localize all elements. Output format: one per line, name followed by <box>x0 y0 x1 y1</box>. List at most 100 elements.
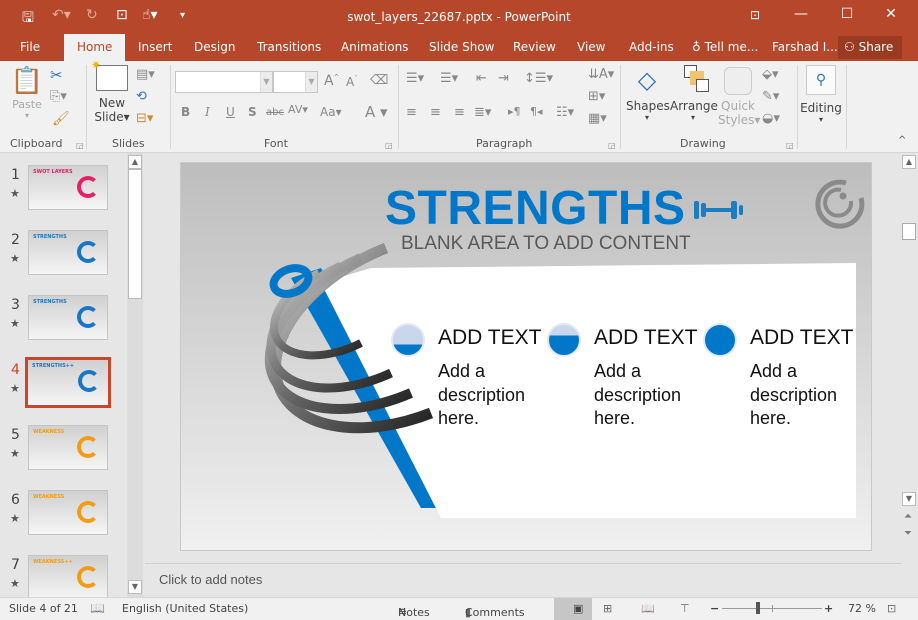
item-heading[interactable]: ADD TEXT <box>594 326 697 350</box>
bullets-icon[interactable]: ☰▾ <box>406 71 424 86</box>
align-text-icon[interactable]: ⊞▾ <box>588 89 605 104</box>
line-spacing-icon[interactable]: ↕☰▾ <box>524 71 553 86</box>
zoom-level[interactable]: 72 % <box>848 602 876 615</box>
tab-animations[interactable]: Animations <box>341 40 408 54</box>
fit-to-window-icon[interactable]: ⊡ <box>887 602 896 615</box>
zoom-out-button[interactable]: − <box>710 602 719 615</box>
align-center-icon[interactable]: ≡ <box>430 105 441 120</box>
language-indicator[interactable]: English (United States) <box>122 602 248 615</box>
clear-formatting-icon[interactable]: ⌫ <box>370 73 388 88</box>
previous-slide-icon[interactable]: ⏶ <box>904 511 912 522</box>
tab-view[interactable]: View <box>577 40 605 54</box>
scroll-up-button[interactable]: ▲ <box>128 155 142 169</box>
paste-button[interactable]: 📋 Paste ▾ <box>10 66 44 120</box>
text-direction-icon[interactable]: ⇊A▾ <box>588 67 614 82</box>
zoom-slider-thumb[interactable] <box>756 602 760 614</box>
minimize-button[interactable]: — <box>786 6 816 22</box>
underline-button[interactable]: U <box>226 105 235 119</box>
animation-star-icon[interactable]: ★ <box>10 382 20 395</box>
animation-star-icon[interactable]: ★ <box>10 187 20 200</box>
section-icon[interactable]: ⊟▾ <box>136 111 153 126</box>
new-slide-button[interactable]: ✷ New Slide▾ <box>91 58 132 124</box>
slide-thumbnail[interactable]: WEAKNESS <box>28 425 108 470</box>
decrease-indent-icon[interactable]: ⇤ <box>476 71 487 86</box>
shapes-button[interactable]: ◇ Shapes ▾ <box>626 65 670 122</box>
layout-icon[interactable]: ▤▾ <box>136 67 155 82</box>
zoom-slider[interactable] <box>722 602 822 614</box>
font-color-icon[interactable]: A ▾ <box>365 103 388 121</box>
format-painter-icon[interactable]: 🖌 <box>52 111 70 127</box>
tab-transitions[interactable]: Transitions <box>257 40 321 54</box>
increase-font-size-icon[interactable]: A^ <box>324 73 339 89</box>
tab-design[interactable]: Design <box>194 40 235 54</box>
shape-effects-icon[interactable]: ◒▾ <box>762 111 780 126</box>
shape-fill-icon[interactable]: ⬙▾ <box>762 67 779 82</box>
slide-thumbnail[interactable]: STRENGTHS++ <box>25 357 111 408</box>
tell-me-search[interactable]: ♁ Tell me... <box>692 40 758 54</box>
item-description-line[interactable]: here. <box>750 408 791 429</box>
item-description-line[interactable]: description <box>750 385 837 406</box>
character-spacing-icon[interactable]: AV▾ <box>288 103 308 116</box>
next-slide-icon[interactable]: ⏷ <box>904 528 912 539</box>
numbering-icon[interactable]: ☰▾ <box>440 71 458 86</box>
maximize-button[interactable]: ☐ <box>832 6 862 22</box>
shape-outline-icon[interactable]: ✎▾ <box>762 89 779 104</box>
italic-button[interactable]: I <box>205 105 210 119</box>
bold-button[interactable]: B <box>181 105 190 119</box>
slide-scrollbar[interactable]: ▲ ▼ ⏶ ⏷ <box>900 153 918 563</box>
editing-button[interactable]: ⚲ Editing ▾ <box>800 65 842 124</box>
decrease-font-size-icon[interactable]: Aˇ <box>346 75 358 89</box>
item-description-line[interactable]: description <box>594 385 681 406</box>
close-button[interactable]: ✕ <box>876 6 906 22</box>
rtl-icon[interactable]: ¶◂ <box>530 105 543 118</box>
slide-sorter-icon[interactable]: ⊞ <box>603 602 612 615</box>
normal-view-button[interactable]: ▣ <box>554 598 592 620</box>
item-heading[interactable]: ADD TEXT <box>438 326 541 350</box>
tab-insert[interactable]: Insert <box>138 40 172 54</box>
thumbnail-scrollbar[interactable]: ▲ ▼ <box>127 153 143 597</box>
scroll-thumb[interactable] <box>902 223 916 240</box>
reading-view-icon[interactable]: 📖 <box>641 602 655 615</box>
justify-icon[interactable]: ≣▾ <box>474 105 491 120</box>
strikethrough-button[interactable]: abc <box>266 107 284 118</box>
quick-styles-button[interactable]: Quick Styles▾ <box>718 65 760 127</box>
slide-thumbnail[interactable]: STRENGTHS <box>28 295 108 340</box>
item-description-line[interactable]: description <box>438 385 525 406</box>
clipboard-launcher-icon[interactable]: ◲ <box>76 141 84 150</box>
animation-star-icon[interactable]: ★ <box>10 512 20 525</box>
slide-subtitle[interactable]: BLANK AREA TO ADD CONTENT <box>401 233 691 255</box>
item-description-line[interactable]: here. <box>438 408 479 429</box>
slide-thumbnail[interactable]: WEAKNESS <box>28 490 108 535</box>
user-account[interactable]: Farshad I... <box>772 40 838 54</box>
scroll-thumb[interactable] <box>128 169 142 299</box>
change-case-icon[interactable]: Aa▾ <box>320 105 342 119</box>
slide-thumbnail[interactable]: SWOT LAYERS <box>28 165 108 210</box>
collapse-ribbon-icon[interactable]: ^ <box>898 135 906 146</box>
animation-star-icon[interactable]: ★ <box>10 317 20 330</box>
copy-icon[interactable]: ⎘▾ <box>50 89 67 104</box>
item-description-line[interactable]: Add a <box>438 361 485 382</box>
slide-thumbnail[interactable]: STRENGTHS <box>28 230 108 275</box>
tab-home[interactable]: Home <box>64 34 126 61</box>
slideshow-view-icon[interactable]: ⊤ <box>680 602 690 615</box>
shadow-button[interactable]: S <box>248 105 257 119</box>
smartart-icon[interactable]: ▦▾ <box>588 111 607 126</box>
columns-icon[interactable]: ☷▾ <box>556 105 574 120</box>
scroll-down-button[interactable]: ▼ <box>128 580 142 594</box>
paragraph-launcher-icon[interactable]: ◲ <box>608 141 616 150</box>
scroll-up-button[interactable]: ▲ <box>902 155 916 169</box>
zoom-in-button[interactable]: + <box>824 602 833 615</box>
reset-icon[interactable]: ⟲ <box>136 89 147 104</box>
tab-file[interactable]: File <box>20 40 40 54</box>
font-size-dropdown[interactable]: ▼ <box>273 71 318 93</box>
font-name-dropdown[interactable]: ▼ <box>175 71 273 93</box>
item-description-line[interactable]: here. <box>594 408 635 429</box>
drawing-launcher-icon[interactable]: ◲ <box>786 141 794 150</box>
slide-canvas[interactable]: STRENGTHS BLANK AREA TO ADD CONTENT ADD … <box>180 162 872 551</box>
font-launcher-icon[interactable]: ◲ <box>385 141 393 150</box>
align-left-icon[interactable]: ≡ <box>406 105 417 120</box>
slide-thumbnail[interactable]: WEAKNESS++ <box>28 555 108 600</box>
scroll-down-button[interactable]: ▼ <box>902 492 916 506</box>
increase-indent-icon[interactable]: ⇥ <box>498 71 509 86</box>
tab-add-ins[interactable]: Add-ins <box>629 40 674 54</box>
